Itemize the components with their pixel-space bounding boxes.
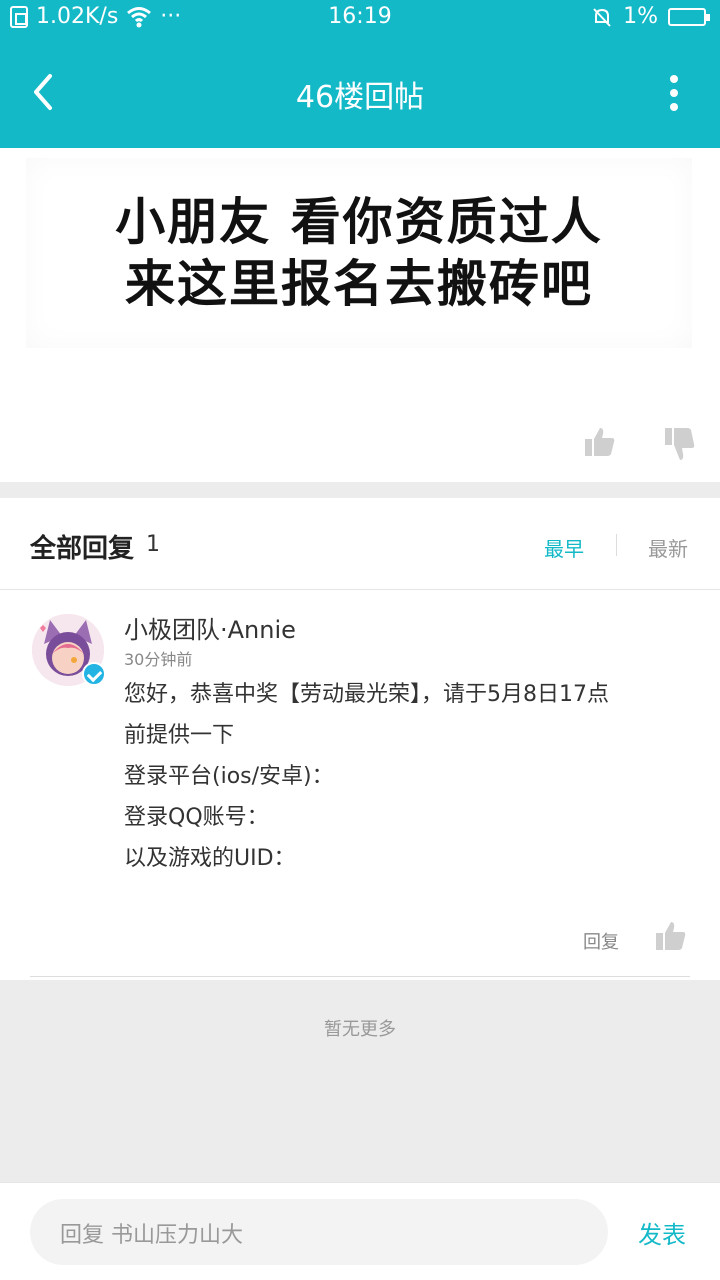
reply-input-placeholder: 回复 书山压力山大 — [60, 1223, 243, 1248]
sort-newest-tab[interactable]: 最新 — [648, 533, 688, 562]
sort-divider — [616, 534, 617, 556]
reply-body-line: 登录QQ账号： — [124, 805, 269, 830]
divider — [30, 976, 690, 977]
no-more-label: 暂无更多 — [324, 1019, 396, 1040]
thumbs-up-icon[interactable] — [655, 920, 687, 952]
reply-body-line: 您好，恭喜中奖【劳动最光荣】，请于5月8日17点 — [124, 682, 609, 707]
battery-icon — [668, 7, 710, 26]
replies-section: 全部回复 1 最早 最新 小极团队·Annie 30分钟前 您好，恭喜中奖【劳动… — [0, 498, 720, 980]
status-bar: 1.02K/s ··· 16:19 1% — [0, 0, 720, 38]
top-app-bar: 46楼回帖 — [0, 38, 720, 148]
reply-time: 30分钟前 — [124, 650, 193, 669]
meme-image[interactable]: 小朋友 看你资质过人 来这里报名去搬砖吧 — [26, 158, 692, 348]
reply-item: 小极团队·Annie 30分钟前 您好，恭喜中奖【劳动最光荣】，请于5月8日17… — [0, 590, 720, 980]
verified-badge-icon — [82, 662, 106, 686]
reply-body-line: 以及游戏的UID： — [124, 846, 296, 871]
reply-button[interactable]: 回复 — [583, 928, 619, 954]
reply-author[interactable]: 小极团队·Annie — [124, 610, 296, 645]
send-button[interactable]: 发表 — [638, 1215, 686, 1250]
replies-header: 全部回复 1 最早 最新 — [0, 498, 720, 590]
reply-body: 您好，恭喜中奖【劳动最光荣】，请于5月8日17点 前提供一下 登录平台(ios/… — [124, 674, 694, 879]
post-content: 小朋友 看你资质过人 来这里报名去搬砖吧 — [0, 148, 720, 482]
reply-body-line: 前提供一下 — [124, 723, 235, 748]
sort-earliest-tab[interactable]: 最早 — [544, 533, 584, 562]
meme-text-line-2: 来这里报名去搬砖吧 — [125, 255, 593, 313]
reply-input[interactable]: 回复 书山压力山大 — [30, 1199, 608, 1265]
replies-count: 1 — [146, 532, 160, 557]
reply-body-line: 登录平台(ios/安卓)： — [124, 764, 334, 789]
page-title: 46楼回帖 — [295, 80, 425, 115]
thumbs-down-icon[interactable] — [664, 426, 696, 462]
battery-percent: 1% — [623, 4, 658, 29]
replies-title: 全部回复 — [30, 534, 135, 564]
mute-bell-icon — [593, 7, 611, 27]
reply-input-bar: 回复 书山压力山大 发表 — [0, 1182, 720, 1280]
more-options-icon[interactable] — [668, 74, 680, 112]
thumbs-up-icon[interactable] — [584, 426, 616, 458]
